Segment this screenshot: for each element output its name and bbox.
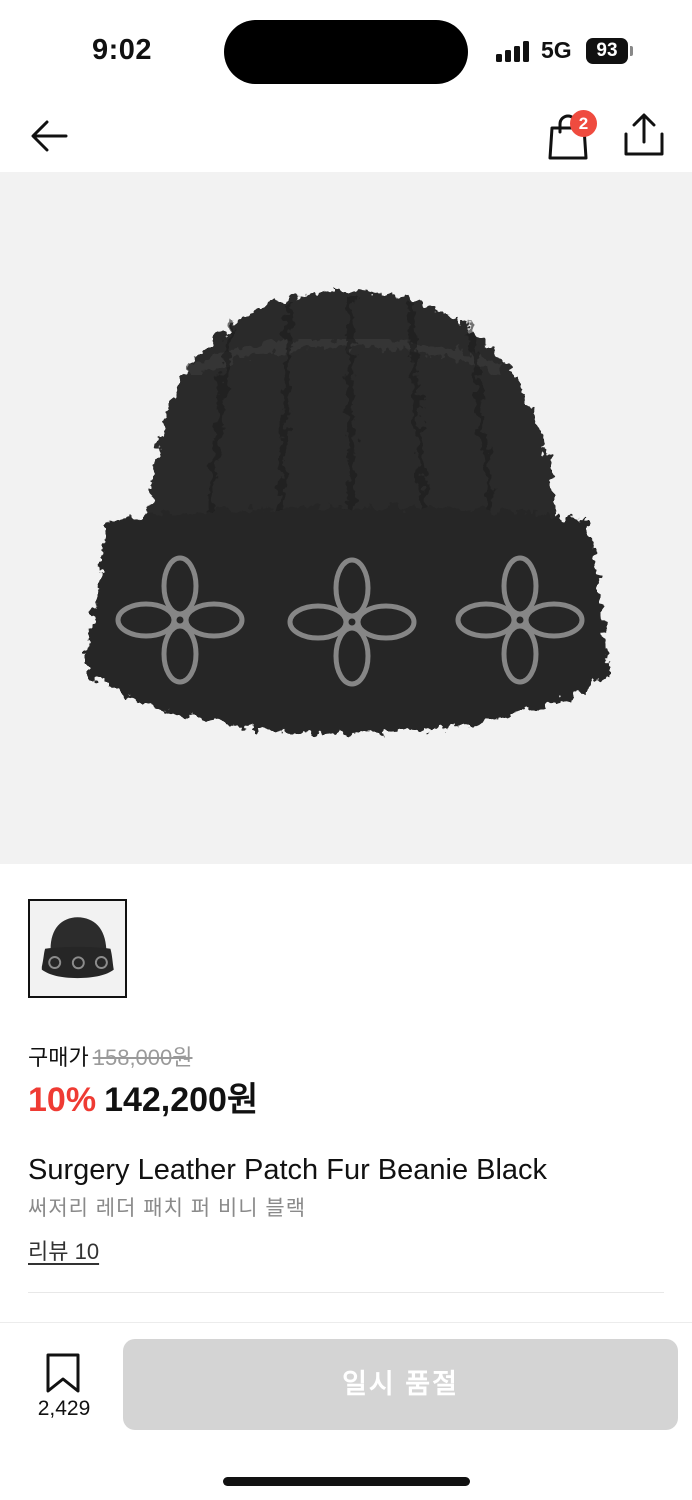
bottom-action-bar: 2,429 일시 품절	[0, 1322, 692, 1500]
product-image[interactable]	[0, 172, 692, 864]
divider	[28, 1292, 664, 1293]
beanie-illustration	[86, 290, 610, 734]
price-label-row: 구매가 158,000원	[28, 1040, 193, 1072]
share-icon[interactable]	[622, 112, 666, 158]
top-nav: 2	[0, 100, 692, 172]
soldout-button[interactable]: 일시 품절	[123, 1339, 678, 1430]
network-type: 5G	[541, 37, 572, 63]
battery-tip	[630, 46, 633, 56]
dynamic-island	[224, 20, 468, 84]
product-thumbnail[interactable]	[28, 899, 127, 998]
discount-rate: 10%	[28, 1081, 97, 1119]
bookmark-count: 2,429	[37, 1397, 91, 1420]
original-price: 158,000원	[92, 1045, 193, 1070]
status-time: 9:02	[92, 34, 153, 66]
bookmark-button[interactable]: 2,429	[28, 1351, 100, 1421]
status-bar: 9:02 5G 93	[0, 0, 692, 100]
sale-price-row: 10% 142,200원	[28, 1072, 258, 1121]
battery-icon: 93	[586, 38, 628, 64]
bookmark-icon	[46, 1353, 80, 1393]
review-link[interactable]: 리뷰 10	[28, 1234, 99, 1266]
home-indicator	[223, 1477, 470, 1486]
arrow-left-icon[interactable]	[28, 114, 72, 158]
cart-count-badge: 2	[570, 110, 597, 137]
signal-icon	[496, 40, 532, 62]
sale-price: 142,200원	[104, 1081, 259, 1119]
product-name-en: Surgery Leather Patch Fur Beanie Black	[28, 1154, 548, 1186]
thumbnail-image	[41, 917, 114, 979]
price-label: 구매가	[28, 1045, 89, 1070]
product-name-ko: 써저리 레더 패치 퍼 비니 블랙	[28, 1197, 307, 1220]
